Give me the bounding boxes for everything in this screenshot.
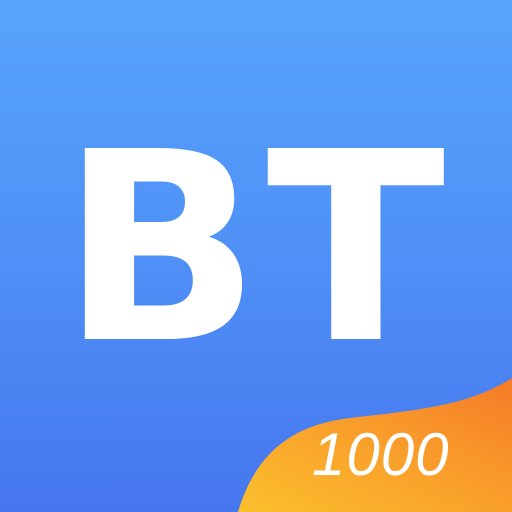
logo-text: BT: [60, 96, 452, 401]
app-icon[interactable]: BT 1000: [0, 0, 512, 512]
count-badge: 1000: [312, 421, 450, 488]
